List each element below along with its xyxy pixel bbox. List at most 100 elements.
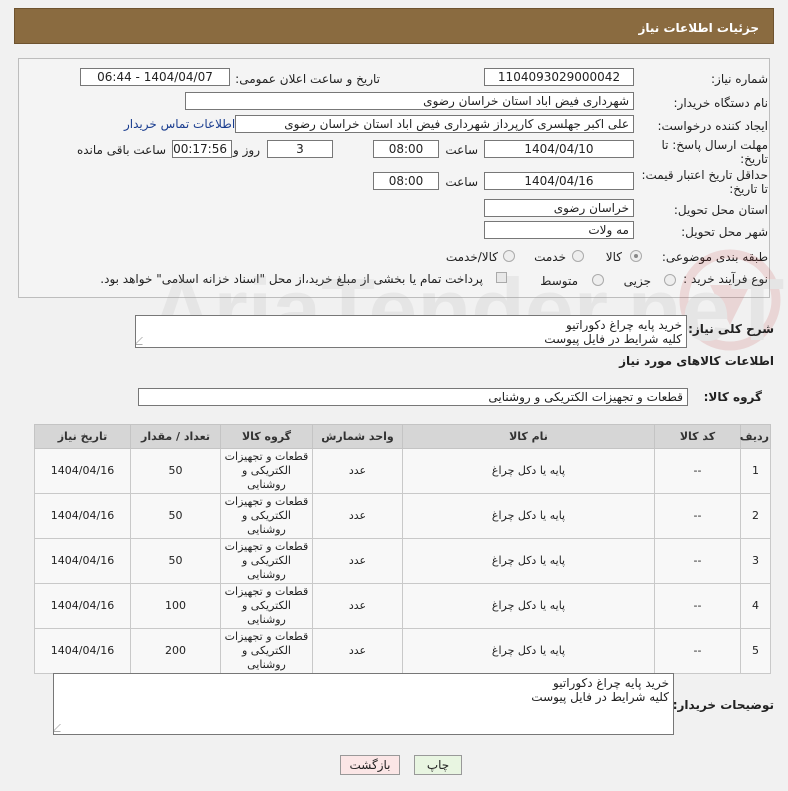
cell-group: قطعات و تجهیزات الکتریکی و روشنایی bbox=[220, 628, 313, 674]
city-field[interactable]: مه ولات bbox=[484, 221, 634, 239]
col-header-date: تاریخ نیاز bbox=[34, 424, 131, 449]
description-line-1: خرید پایه چراغ دکوراتیو bbox=[566, 318, 682, 332]
process-option-minor: جزیی bbox=[623, 274, 651, 288]
cell-group: قطعات و تجهیزات الکتریکی و روشنایی bbox=[220, 583, 313, 629]
cell-name: پایه یا دکل چراغ bbox=[402, 538, 655, 584]
deadline-date-field[interactable]: 1404/04/10 bbox=[484, 140, 634, 158]
cell-date: 1404/04/16 bbox=[34, 628, 131, 674]
province-field[interactable]: خراسان رضوی bbox=[484, 199, 634, 217]
announce-datetime-field[interactable]: 1404/04/07 - 06:44 bbox=[80, 68, 230, 86]
resize-grip-icon[interactable] bbox=[54, 724, 68, 732]
description-textarea[interactable]: خرید پایه چراغ دکوراتیو کلیه شرایط در فا… bbox=[135, 315, 687, 348]
col-header-quantity: تعداد / مقدار bbox=[130, 424, 221, 449]
validity-label: حداقل تاریخ اعتبار قیمت: bbox=[641, 168, 768, 182]
cell-quantity: 50 bbox=[130, 493, 221, 539]
cell-date: 1404/04/16 bbox=[34, 538, 131, 584]
cell-quantity: 200 bbox=[130, 628, 221, 674]
buyer-notes-label: توضیحات خریدار: bbox=[672, 698, 774, 712]
col-header-name: نام کالا bbox=[402, 424, 655, 449]
deadline-label: مهلت ارسال پاسخ: تا bbox=[661, 138, 768, 152]
cell-row-number: 1 bbox=[740, 448, 771, 494]
cell-code: -- bbox=[654, 448, 741, 494]
cell-date: 1404/04/16 bbox=[34, 493, 131, 539]
table-row: 2 -- پایه یا دکل چراغ عدد قطعات و تجهیزا… bbox=[34, 493, 771, 539]
remaining-time-field[interactable]: 00:17:56 bbox=[172, 140, 232, 158]
province-label: استان محل تحویل: bbox=[673, 203, 768, 217]
process-option-medium: متوسط bbox=[540, 274, 578, 288]
cell-date: 1404/04/16 bbox=[34, 448, 131, 494]
page-title: جزئیات اطلاعات نیاز bbox=[638, 21, 759, 35]
days-label: روز و bbox=[233, 143, 260, 157]
cell-code: -- bbox=[654, 538, 741, 584]
col-header-code: کد کالا bbox=[654, 424, 741, 449]
buyer-org-field[interactable]: شهرداری فیض اباد استان خراسان رضوی bbox=[185, 92, 634, 110]
validity-date-field[interactable]: 1404/04/16 bbox=[484, 172, 634, 190]
buyer-contact-link[interactable]: اطلاعات تماس خریدار bbox=[124, 117, 235, 131]
remaining-time-label: ساعت باقی مانده bbox=[76, 143, 166, 157]
process-radio-medium[interactable] bbox=[592, 274, 604, 286]
need-number-field[interactable]: 1104093029000042 bbox=[484, 68, 634, 86]
cell-unit: عدد bbox=[312, 538, 403, 584]
cell-unit: عدد bbox=[312, 628, 403, 674]
cell-unit: عدد bbox=[312, 493, 403, 539]
days-remaining-field[interactable]: 3 bbox=[267, 140, 333, 158]
cell-code: -- bbox=[654, 628, 741, 674]
category-option-service: خدمت bbox=[534, 250, 566, 264]
back-button[interactable]: بازگشت bbox=[340, 755, 400, 775]
cell-date: 1404/04/16 bbox=[34, 583, 131, 629]
cell-quantity: 50 bbox=[130, 538, 221, 584]
requester-label: ایجاد کننده درخواست: bbox=[657, 119, 768, 133]
col-header-row-number: ردیف bbox=[740, 424, 771, 449]
requester-field[interactable]: علی اکبر جهلسری کارپرداز شهرداری فیض ابا… bbox=[235, 115, 634, 133]
need-number-label: شماره نیاز: bbox=[711, 72, 768, 86]
category-radio-service[interactable] bbox=[572, 250, 584, 262]
table-row: 1 -- پایه یا دکل چراغ عدد قطعات و تجهیزا… bbox=[34, 448, 771, 494]
cell-row-number: 5 bbox=[740, 628, 771, 674]
category-radio-goods[interactable] bbox=[630, 250, 642, 262]
buyer-org-label: نام دستگاه خریدار: bbox=[673, 96, 769, 110]
goods-table: ردیف کد کالا نام کالا واحد شمارش گروه کا… bbox=[34, 424, 771, 674]
cell-unit: عدد bbox=[312, 583, 403, 629]
validity-label-date: تا تاریخ: bbox=[729, 182, 768, 196]
cell-group: قطعات و تجهیزات الکتریکی و روشنایی bbox=[220, 493, 313, 539]
cell-name: پایه یا دکل چراغ bbox=[402, 493, 655, 539]
treasury-payment-checkbox[interactable] bbox=[496, 272, 507, 283]
table-row: 5 -- پایه یا دکل چراغ عدد قطعات و تجهیزا… bbox=[34, 628, 771, 674]
cell-quantity: 50 bbox=[130, 448, 221, 494]
deadline-label-date: تاریخ: bbox=[740, 152, 768, 166]
cell-row-number: 2 bbox=[740, 493, 771, 539]
cell-unit: عدد bbox=[312, 448, 403, 494]
treasury-payment-note: پرداخت تمام یا بخشی از مبلغ خرید،از محل … bbox=[100, 272, 483, 286]
cell-code: -- bbox=[654, 493, 741, 539]
process-radio-minor[interactable] bbox=[664, 274, 676, 286]
buyer-notes-line-2: کلیه شرایط در فایل پیوست bbox=[531, 690, 669, 704]
process-label: نوع فرآیند خرید : bbox=[683, 272, 768, 286]
cell-quantity: 100 bbox=[130, 583, 221, 629]
validity-time-field[interactable]: 08:00 bbox=[373, 172, 439, 190]
cell-name: پایه یا دکل چراغ bbox=[402, 583, 655, 629]
category-label: طبقه بندی موضوعی: bbox=[661, 250, 768, 264]
city-label: شهر محل تحویل: bbox=[681, 225, 768, 239]
deadline-time-field[interactable]: 08:00 bbox=[373, 140, 439, 158]
cell-row-number: 4 bbox=[740, 583, 771, 629]
cell-name: پایه یا دکل چراغ bbox=[402, 448, 655, 494]
validity-time-label: ساعت bbox=[445, 175, 478, 189]
panel-header: جزئیات اطلاعات نیاز bbox=[14, 8, 774, 44]
print-button[interactable]: چاپ bbox=[414, 755, 462, 775]
col-header-unit: واحد شمارش bbox=[312, 424, 403, 449]
buyer-notes-textarea[interactable]: خرید پایه چراغ دکوراتیو کلیه شرایط در فا… bbox=[53, 673, 674, 735]
deadline-time-label: ساعت bbox=[445, 143, 478, 157]
description-label: شرح کلی نیاز: bbox=[688, 322, 774, 336]
cell-group: قطعات و تجهیزات الکتریکی و روشنایی bbox=[220, 448, 313, 494]
goods-section-title: اطلاعات کالاهای مورد نیاز bbox=[619, 354, 774, 368]
cell-group: قطعات و تجهیزات الکتریکی و روشنایی bbox=[220, 538, 313, 584]
description-line-2: کلیه شرایط در فایل پیوست bbox=[544, 332, 682, 346]
goods-group-field[interactable]: قطعات و تجهیزات الکتریکی و روشنایی bbox=[138, 388, 688, 406]
cell-name: پایه یا دکل چراغ bbox=[402, 628, 655, 674]
table-header-row: ردیف کد کالا نام کالا واحد شمارش گروه کا… bbox=[34, 424, 771, 449]
table-row: 4 -- پایه یا دکل چراغ عدد قطعات و تجهیزا… bbox=[34, 583, 771, 629]
goods-group-label: گروه کالا: bbox=[703, 390, 762, 404]
category-radio-goods-service[interactable] bbox=[503, 250, 515, 262]
announce-datetime-label: تاریخ و ساعت اعلان عمومی: bbox=[235, 72, 380, 86]
cell-code: -- bbox=[654, 583, 741, 629]
